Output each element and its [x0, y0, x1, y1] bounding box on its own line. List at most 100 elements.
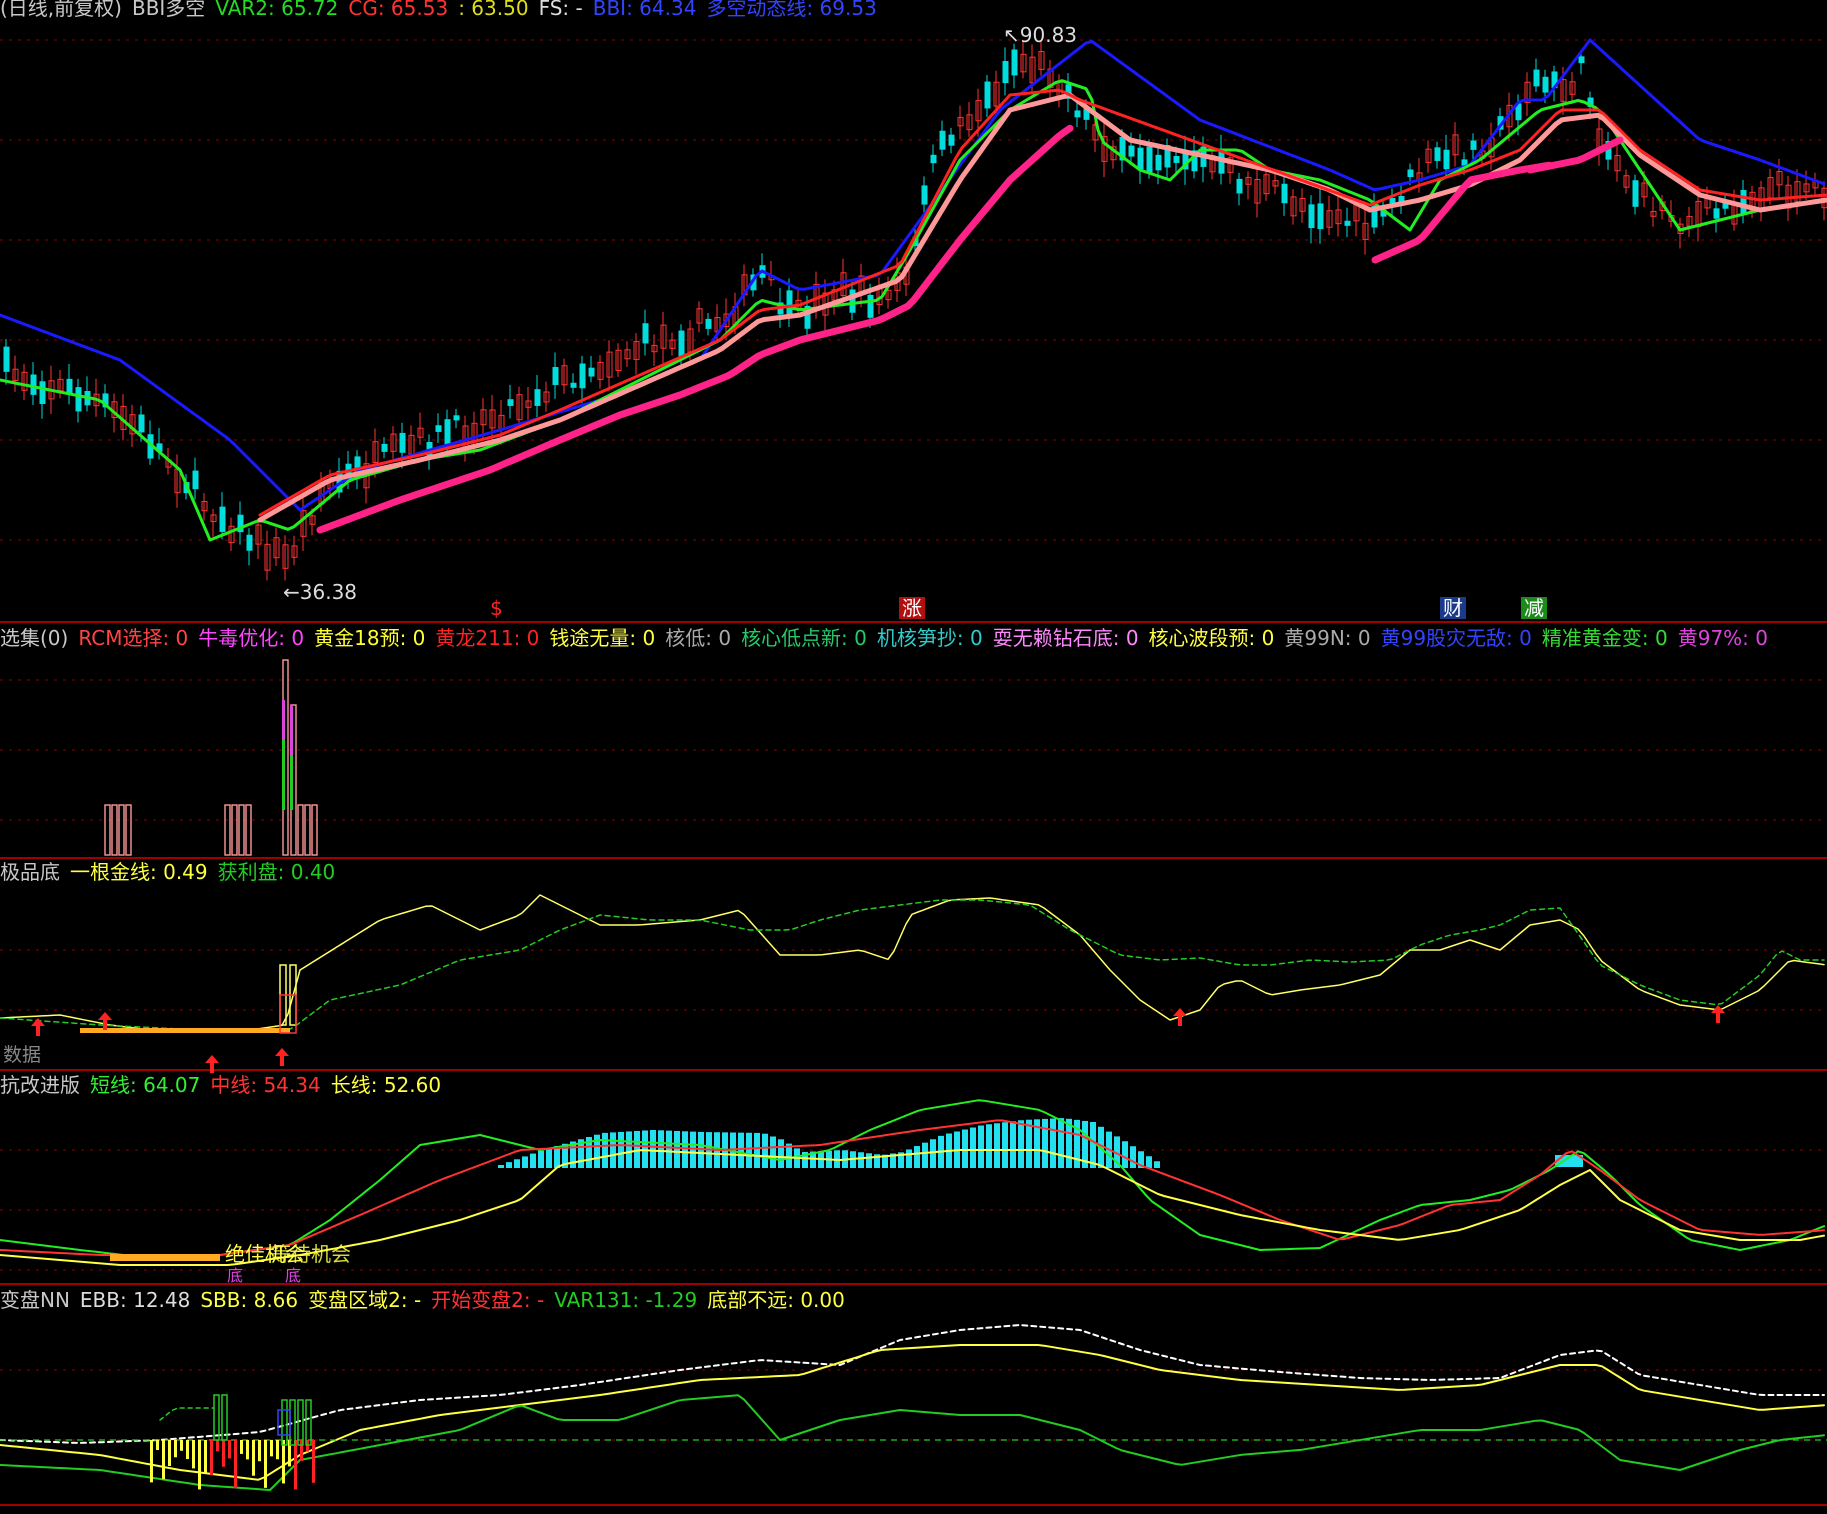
down-candle: [1389, 198, 1396, 204]
cyan-bar: [762, 1133, 768, 1168]
cyan-bar: [1042, 1118, 1048, 1168]
trend-header-item: 中线: 54.34: [210, 1073, 321, 1097]
histogram-bar: [216, 1440, 219, 1452]
selection-header-item: 黄龙211: 0: [435, 626, 540, 650]
up-arrow-icon: [1711, 1005, 1725, 1023]
signal-bar: [231, 804, 238, 856]
histogram-bar: [180, 1440, 183, 1451]
cyan-bar: [618, 1131, 624, 1168]
bottom-header-item: 一根金线: 0.49: [70, 860, 208, 884]
cyan-bar: [626, 1131, 632, 1168]
down-candle: [705, 318, 712, 329]
cyan-bar: [746, 1132, 752, 1168]
wealth-signal-marker: 财: [1440, 597, 1466, 619]
cyan-bar: [498, 1165, 504, 1168]
down-candle: [939, 130, 946, 150]
low-price-value: 36.38: [299, 580, 358, 604]
blue-signal-bar: [277, 1409, 291, 1436]
cyan-bar: [610, 1132, 616, 1168]
down-candle: [1137, 147, 1144, 170]
cyan-bar: [866, 1153, 872, 1168]
down-candle: [1740, 190, 1747, 215]
histogram-bar: [204, 1440, 207, 1474]
cyan-bar: [770, 1136, 776, 1168]
cyan-bar: [1010, 1121, 1016, 1168]
down-candle: [1308, 204, 1315, 229]
down-candle: [678, 330, 685, 357]
down-candle: [570, 382, 577, 388]
up-arrow-icon: [98, 1012, 112, 1030]
down-candle: [1074, 110, 1081, 118]
main-header-item: BBI: 64.34: [592, 0, 697, 20]
down-candle: [867, 294, 874, 318]
down-candle: [30, 374, 37, 395]
cyan-bar: [914, 1146, 920, 1168]
short-line: [0, 1099, 1825, 1259]
histogram-bar: [210, 1440, 213, 1476]
ebb-line: [0, 1324, 1825, 1444]
selection-header-item: RCM选择: 0: [78, 626, 189, 650]
cyan-bar: [1018, 1120, 1024, 1168]
main-header-item: BBI多空: [131, 0, 206, 20]
cyan-bar: [778, 1139, 784, 1168]
histogram-bar: [282, 1440, 285, 1484]
histogram-bar: [228, 1440, 231, 1459]
trend-panel-header: 抗改进版 短线: 64.07 中线: 54.34 长线: 52.60: [0, 1073, 451, 1097]
down-candle: [1317, 203, 1324, 230]
green-signal-bar: [213, 1394, 220, 1441]
gold-line: [0, 894, 1825, 1033]
down-candle: [1155, 154, 1162, 171]
cyan-bar: [506, 1162, 512, 1168]
histogram-bar: [252, 1440, 255, 1476]
down-candle: [1470, 140, 1477, 150]
selection-header-item: 精准黄金变: 0: [1541, 626, 1668, 650]
main-header-item: 多空动态线: 69.53: [706, 0, 877, 20]
reversal-header-item: 底部不远: 0.00: [707, 1288, 845, 1312]
indicator-canvas[interactable]: [0, 0, 1827, 1510]
cyan-bar: [978, 1125, 984, 1168]
reversal-header-item: SBB: 8.66: [200, 1288, 299, 1312]
histogram-bar: [270, 1440, 273, 1457]
cyan-bar: [858, 1152, 864, 1168]
selection-header-item: 耍无赖钻石底: 0: [992, 626, 1139, 650]
down-candle: [39, 381, 46, 405]
signal-bar: [224, 804, 231, 856]
green-signal-bar: [297, 1399, 304, 1446]
trend-header-item: 抗改进版: [0, 1073, 80, 1097]
selection-panel-header: 选集(0) RCM选择: 0 牛毒优化: 0 黄金18预: 0 黄龙211: 0 钱途无量…: [0, 626, 1778, 650]
histogram-bar: [222, 1440, 225, 1467]
chart-stage[interactable]: (日线,前复权) BBI多空 VAR2: 65.72 CG: 65.53: 63.50…: [0, 0, 1827, 1510]
down-candle: [984, 81, 991, 109]
cyan-bar: [754, 1132, 760, 1168]
high-price-value: 90.83: [1019, 23, 1078, 47]
signal-bar-green: [290, 755, 293, 810]
down-candle: [3, 346, 10, 372]
reduce-signal-marker: 减: [1521, 597, 1547, 619]
down-candle: [1461, 159, 1468, 166]
cyan-bar: [970, 1127, 976, 1168]
signal-bar-magenta: [282, 700, 285, 740]
reversal-header-item: VAR131: -1.29: [554, 1288, 698, 1312]
histogram-bar: [276, 1440, 279, 1460]
down-candle: [552, 367, 559, 385]
cyan-bar: [1026, 1119, 1032, 1168]
cyan-bar: [538, 1150, 544, 1168]
reversal-header-item: 变盘区域2: -: [308, 1288, 422, 1312]
signal-bar: [311, 804, 318, 856]
cyan-bar: [1154, 1161, 1160, 1168]
down-candle: [1173, 156, 1180, 163]
bottom-zone: [110, 1254, 220, 1261]
signal-bar: [245, 804, 252, 856]
down-candle: [399, 432, 406, 453]
main-header-item: FS: -: [538, 0, 583, 20]
bottom-panel-header: 极品底 一根金线: 0.49 获利盘: 0.40: [0, 860, 345, 884]
bottom-header-item: 极品底: [0, 860, 60, 884]
histogram-bar: [246, 1440, 249, 1460]
down-candle: [381, 443, 388, 452]
salmon-line: [257, 92, 1827, 523]
histogram-bar: [186, 1440, 189, 1460]
green-step-line: [159, 1407, 215, 1421]
cyan-bar: [666, 1130, 672, 1168]
var131-line: [0, 1394, 1825, 1491]
down-candle: [1281, 183, 1288, 204]
